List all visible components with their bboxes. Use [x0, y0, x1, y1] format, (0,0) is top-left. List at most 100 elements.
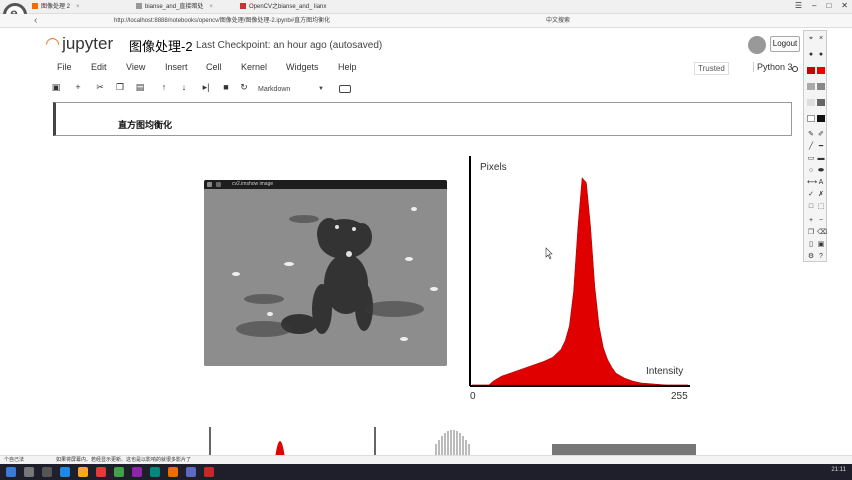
- arrow-icon[interactable]: ⟷: [807, 179, 817, 186]
- save-icon[interactable]: ▣: [817, 241, 825, 248]
- move-down-icon[interactable]: ↓: [178, 81, 190, 93]
- folder-task-icon[interactable]: [78, 467, 88, 477]
- clock: 21:11: [831, 467, 846, 473]
- rect-icon[interactable]: ▭: [807, 155, 815, 162]
- kernel-status-icon: [792, 66, 798, 72]
- menu-insert[interactable]: Insert: [165, 62, 188, 72]
- paste-icon[interactable]: ▤: [134, 81, 146, 93]
- run-icon[interactable]: ▸|: [200, 81, 212, 93]
- tab-second[interactable]: bianse_and_直接暗处 ×: [136, 1, 236, 13]
- color-light-icon[interactable]: [807, 99, 815, 106]
- app3-task-icon[interactable]: [132, 467, 142, 477]
- window-controls: ☰ – □ ✕: [785, 1, 848, 10]
- app7-task-icon[interactable]: [204, 467, 214, 477]
- settings-icon[interactable]: ⚙: [807, 253, 815, 260]
- filled-ellipse-icon[interactable]: ⬬: [817, 167, 825, 174]
- menu-edit[interactable]: Edit: [91, 62, 107, 72]
- keyboard-icon[interactable]: [339, 85, 351, 93]
- cut-icon[interactable]: ✂: [94, 81, 106, 93]
- restart-icon[interactable]: ↻: [238, 81, 250, 93]
- add-cell-icon[interactable]: +: [72, 81, 84, 93]
- line-icon[interactable]: ╱: [807, 143, 815, 150]
- marker-icon[interactable]: ✐: [817, 131, 825, 138]
- menu-file[interactable]: File: [57, 62, 72, 72]
- help-icon[interactable]: ?: [817, 253, 825, 260]
- app2-task-icon[interactable]: [114, 467, 124, 477]
- jupyter-logo[interactable]: ◠ jupyter: [46, 34, 113, 54]
- menu-kernel[interactable]: Kernel: [241, 62, 267, 72]
- annotation-toolbar: ⌖ × ● ● ✎ ✐ ╱ ━ ▭ ▬ ○ ⬬ ⟷ A ✓ ✗ □ ⬚ + − …: [803, 30, 827, 262]
- tab-label: bianse_and_直接暗处: [145, 4, 204, 10]
- menu-widgets[interactable]: Widgets: [286, 62, 319, 72]
- search-icon[interactable]: [24, 467, 34, 477]
- check-icon[interactable]: ✓: [807, 191, 815, 198]
- cell-type-value: Markdown: [258, 86, 291, 93]
- tab-third[interactable]: OpenCV之bianse_and_ lianx: [240, 1, 350, 13]
- zoom-in-icon[interactable]: +: [807, 217, 815, 224]
- python-logo-icon: [748, 36, 766, 54]
- task-view-icon[interactable]: [42, 467, 52, 477]
- cross-icon[interactable]: ✗: [817, 191, 825, 198]
- logout-button[interactable]: Logout: [770, 36, 800, 52]
- app5-task-icon[interactable]: [168, 467, 178, 477]
- browser-task-icon[interactable]: [60, 467, 70, 477]
- text-icon[interactable]: A: [817, 179, 825, 186]
- close-icon[interactable]: ×: [817, 35, 825, 42]
- menu-icon[interactable]: ☰: [795, 1, 802, 10]
- back-icon[interactable]: ‹: [34, 14, 37, 28]
- checkpoint-status: Last Checkpoint: an hour ago (autosaved): [196, 40, 383, 51]
- minimize-icon[interactable]: –: [812, 1, 816, 10]
- color-gray-icon[interactable]: [807, 83, 815, 90]
- tab-label: OpenCV之bianse_and_ lianx: [249, 4, 327, 10]
- pin-icon[interactable]: ⌖: [807, 35, 815, 42]
- color-white-icon[interactable]: [807, 115, 815, 122]
- filled-rect-icon[interactable]: ▬: [817, 155, 825, 162]
- page-favicon-icon: [136, 3, 142, 10]
- url-field[interactable]: http://localhost:8888/notebooks/opencv/图…: [114, 16, 330, 26]
- color-dim-icon[interactable]: [817, 99, 825, 106]
- document-icon[interactable]: ▯: [807, 241, 815, 248]
- menu-cell[interactable]: Cell: [206, 62, 222, 72]
- maximize-icon[interactable]: □: [826, 1, 831, 10]
- copy-icon[interactable]: ❐: [807, 229, 815, 236]
- dot-icon[interactable]: ●: [807, 51, 815, 58]
- chevron-down-icon: ▼: [318, 86, 324, 92]
- notebook-title[interactable]: 图像处理-2: [129, 36, 193, 55]
- color-black-icon[interactable]: [817, 115, 825, 122]
- square-icon[interactable]: □: [807, 203, 815, 210]
- trusted-badge[interactable]: Trusted: [694, 62, 729, 75]
- cell-type-select[interactable]: Markdown ▼: [258, 84, 328, 95]
- kernel-name: Python 3: [753, 62, 793, 72]
- jupyter-logo-icon: ◠: [46, 34, 60, 53]
- start-icon[interactable]: [6, 467, 16, 477]
- app-task-icon[interactable]: [96, 467, 106, 477]
- menu-view[interactable]: View: [126, 62, 145, 72]
- search-hint[interactable]: 中文搜索: [546, 16, 570, 26]
- next-output-preview: [209, 427, 696, 458]
- app6-task-icon[interactable]: [186, 467, 196, 477]
- image-window-titlebar[interactable]: cv2.imshow image: [204, 180, 447, 189]
- save-icon[interactable]: ▣: [50, 81, 62, 93]
- window-menu-icon: [216, 182, 221, 187]
- ellipse-icon[interactable]: ○: [807, 167, 815, 174]
- copy-icon[interactable]: ❐: [114, 81, 126, 93]
- move-up-icon[interactable]: ↑: [158, 81, 170, 93]
- stop-icon[interactable]: ■: [220, 81, 232, 93]
- thick-line-icon[interactable]: ━: [817, 143, 825, 150]
- select-icon[interactable]: ⬚: [817, 203, 825, 210]
- close-window-icon[interactable]: ✕: [841, 1, 848, 10]
- tab-notebook[interactable]: 图像处理 2 ×: [32, 1, 122, 13]
- histogram-chart: Pixels Intensity 0 255: [469, 156, 690, 402]
- close-tab-icon[interactable]: ×: [76, 4, 80, 10]
- menu-help[interactable]: Help: [338, 62, 357, 72]
- status-bar: 个自己法 如果将屏幕内、若经显示更新、这也是以影响的就很多影片了: [0, 455, 852, 464]
- zoom-out-icon[interactable]: −: [817, 217, 825, 224]
- color-swatch-icon[interactable]: [817, 67, 825, 74]
- circle-icon[interactable]: ●: [817, 51, 825, 58]
- color-darkgray-icon[interactable]: [817, 83, 825, 90]
- trash-icon[interactable]: ⌫: [817, 229, 827, 236]
- close-tab-icon[interactable]: ×: [209, 4, 213, 10]
- pen-icon[interactable]: ✎: [807, 131, 815, 138]
- color-red-icon[interactable]: [807, 67, 815, 74]
- app4-task-icon[interactable]: [150, 467, 160, 477]
